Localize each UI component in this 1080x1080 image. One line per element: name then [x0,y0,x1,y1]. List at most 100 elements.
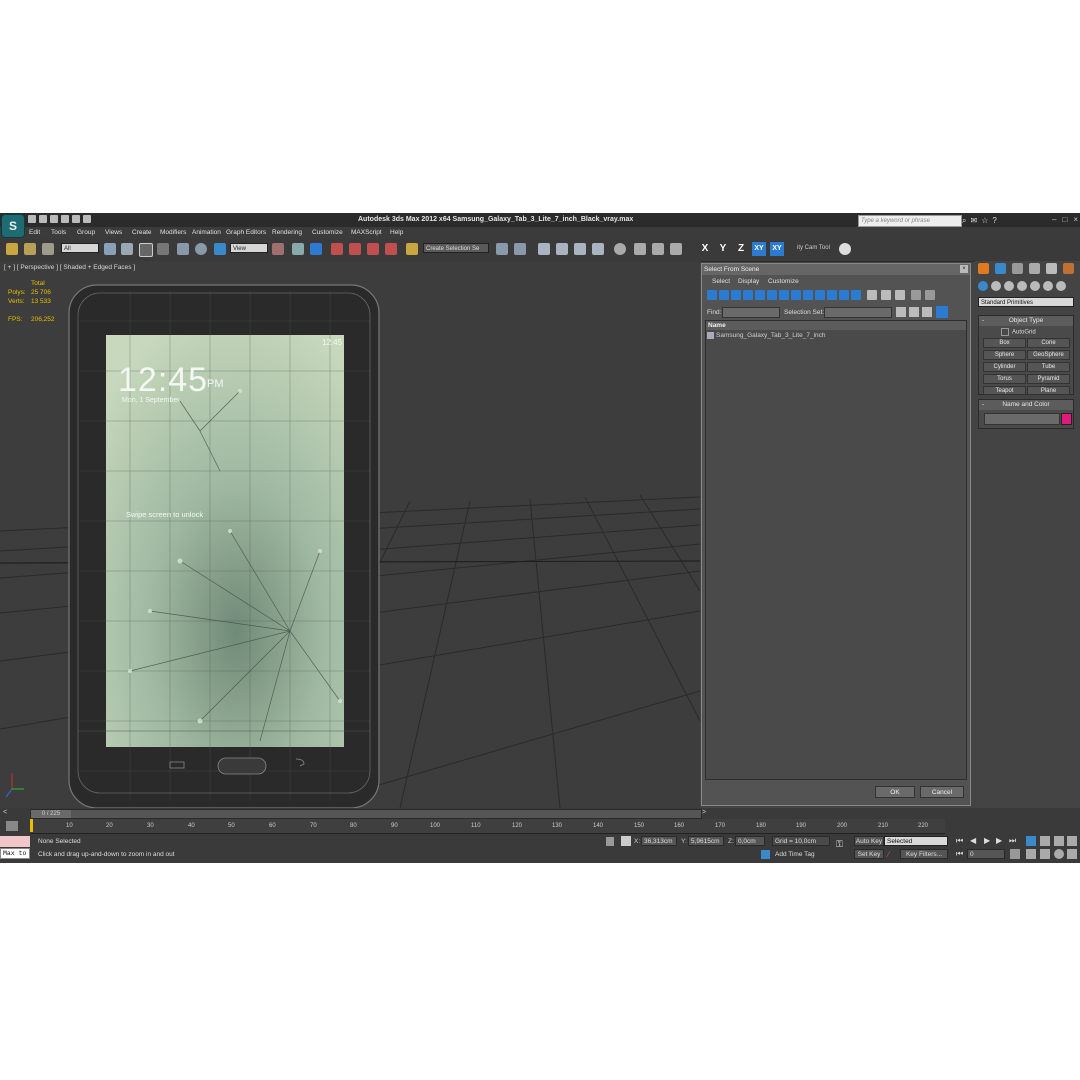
selection-filter-combo[interactable]: All [61,243,99,253]
time-slider[interactable]: 0 / 225 [30,809,702,819]
plane-button[interactable]: Plane [1027,386,1070,395]
project-folder-icon[interactable] [83,215,91,223]
cameras-category-icon[interactable] [1017,281,1027,291]
help-search-input[interactable]: Type a keyword or phrase [858,215,962,227]
x-coord-field[interactable]: 36,313cm [641,836,677,846]
pyramid-button[interactable]: Pyramid [1027,374,1070,384]
tube-button[interactable]: Tube [1027,362,1070,372]
select-by-name-icon[interactable] [121,243,133,255]
bind-space-warp-icon[interactable] [42,243,54,255]
display-frozen-icon[interactable] [827,290,837,300]
motion-tab-icon[interactable] [1029,263,1040,274]
help-icon[interactable]: ? [992,216,996,226]
modify-tab-icon[interactable] [995,263,1006,274]
autogrid-checkbox[interactable]: AutoGrid [1001,328,1036,336]
keyboard-shortcut-override-icon[interactable] [310,243,322,255]
dialog-menu-customize[interactable]: Customize [768,278,799,285]
menu-views[interactable]: Views [105,229,122,236]
display-cameras-icon[interactable] [743,290,753,300]
sync-selection-icon[interactable] [936,306,948,318]
close-icon[interactable]: × [1073,215,1078,224]
perspective-viewport[interactable]: [ + ] [ Perspective ] [ Shaded + Edged F… [0,261,700,808]
dialog-menu-display[interactable]: Display [738,278,759,285]
filter-icon[interactable] [911,290,921,300]
communication-icon[interactable]: ✉ [970,216,977,226]
play-icon[interactable]: ▶ [984,836,990,845]
go-to-end-icon[interactable]: ⏭ [1009,836,1016,846]
lights-category-icon[interactable] [1004,281,1014,291]
z-coord-field[interactable]: 0,0cm [735,836,765,846]
select-rotate-icon[interactable] [195,243,207,255]
key-mode-toggle-icon[interactable]: ⏮ [956,849,963,859]
zoom-extents-icon[interactable] [1054,836,1064,846]
teapot-button[interactable]: Teapot [983,386,1026,395]
axis-y-button[interactable]: Y [716,242,730,256]
viewport-label-menu[interactable]: [ + ] [ Perspective ] [ Shaded + Edged F… [4,264,135,271]
menu-modifiers[interactable]: Modifiers [160,229,186,236]
select-all-icon[interactable] [867,290,877,300]
create-tab-icon[interactable] [978,263,989,274]
primitive-type-combo[interactable]: Standard Primitives [978,297,1074,307]
mirror-icon[interactable] [496,243,508,255]
y-coord-field[interactable]: 5,9615cm [688,836,724,846]
go-to-start-icon[interactable]: ⏮ [956,836,963,846]
axis-z-button[interactable]: Z [734,242,748,256]
set-key-button[interactable]: Set Key [854,849,884,859]
find-input[interactable] [722,307,780,318]
layer-manager-icon[interactable] [538,243,550,255]
track-bar[interactable]: 10 20 30 40 50 60 70 80 90 100 110 120 1… [30,819,945,834]
menu-maxscript[interactable]: MAXScript [351,229,382,236]
list-column-header-name[interactable]: Name [706,321,966,330]
key-icon[interactable]: ⚿ [836,839,843,850]
menu-edit[interactable]: Edit [29,229,40,236]
menu-rendering[interactable]: Rendering [272,229,302,236]
window-crossing-icon[interactable] [157,243,169,255]
object-color-swatch[interactable] [1061,413,1072,425]
reference-coordinate-combo[interactable]: View [230,243,268,253]
display-groups-icon[interactable] [779,290,789,300]
cancel-button[interactable]: Cancel [920,786,964,798]
link-icon[interactable] [6,243,18,255]
maximize-icon[interactable]: □ [1062,215,1067,224]
object-name-input[interactable] [984,413,1060,425]
pivot-center-icon[interactable] [272,243,284,255]
add-time-tag-button[interactable]: Add Time Tag [775,851,815,858]
cam-tool-label[interactable]: ity Cam Tool [795,243,835,253]
selection-set-combo[interactable] [824,307,892,318]
open-file-icon[interactable] [39,215,47,223]
unlink-icon[interactable] [24,243,36,255]
systems-category-icon[interactable] [1056,281,1066,291]
snaps-toggle-icon[interactable] [331,243,343,255]
zoom-extents-all-icon[interactable] [1067,836,1077,846]
select-object-icon[interactable] [104,243,116,255]
display-lights-icon[interactable] [731,290,741,300]
display-geometry-icon[interactable] [707,290,717,300]
object-type-header[interactable]: - Object Type [979,316,1073,326]
cylinder-button[interactable]: Cylinder [983,362,1026,372]
favorites-star-icon[interactable]: ☆ [981,216,988,226]
save-file-icon[interactable] [50,215,58,223]
previous-frame-icon[interactable]: ◀ [970,836,976,845]
find-wildcard-icon[interactable] [909,307,919,317]
vray-icon[interactable] [839,243,851,255]
orbit-icon[interactable] [1054,849,1064,859]
helpers-category-icon[interactable] [1030,281,1040,291]
axis-x-button[interactable]: X [698,242,712,256]
ok-button[interactable]: OK [875,786,915,798]
render-production-icon[interactable] [670,243,682,255]
box-button[interactable]: Box [983,338,1026,348]
spacewarps-category-icon[interactable] [1043,281,1053,291]
find-case-icon[interactable] [896,307,906,317]
binoculars-icon[interactable]: ⌕ [962,216,966,226]
display-hidden-icon[interactable] [839,290,849,300]
menu-animation[interactable]: Animation [192,229,221,236]
maxscript-listener-output[interactable] [0,836,30,847]
edit-named-selection-icon[interactable] [406,243,418,255]
angle-snap-icon[interactable] [349,243,361,255]
named-selection-combo[interactable]: Create Selection Se [423,243,489,253]
material-editor-icon[interactable] [614,243,626,255]
menu-help[interactable]: Help [390,229,403,236]
maximize-viewport-icon[interactable] [1067,849,1077,859]
key-filters-button[interactable]: Key Filters... [900,849,948,859]
app-logo-button[interactable]: S [1,214,25,238]
